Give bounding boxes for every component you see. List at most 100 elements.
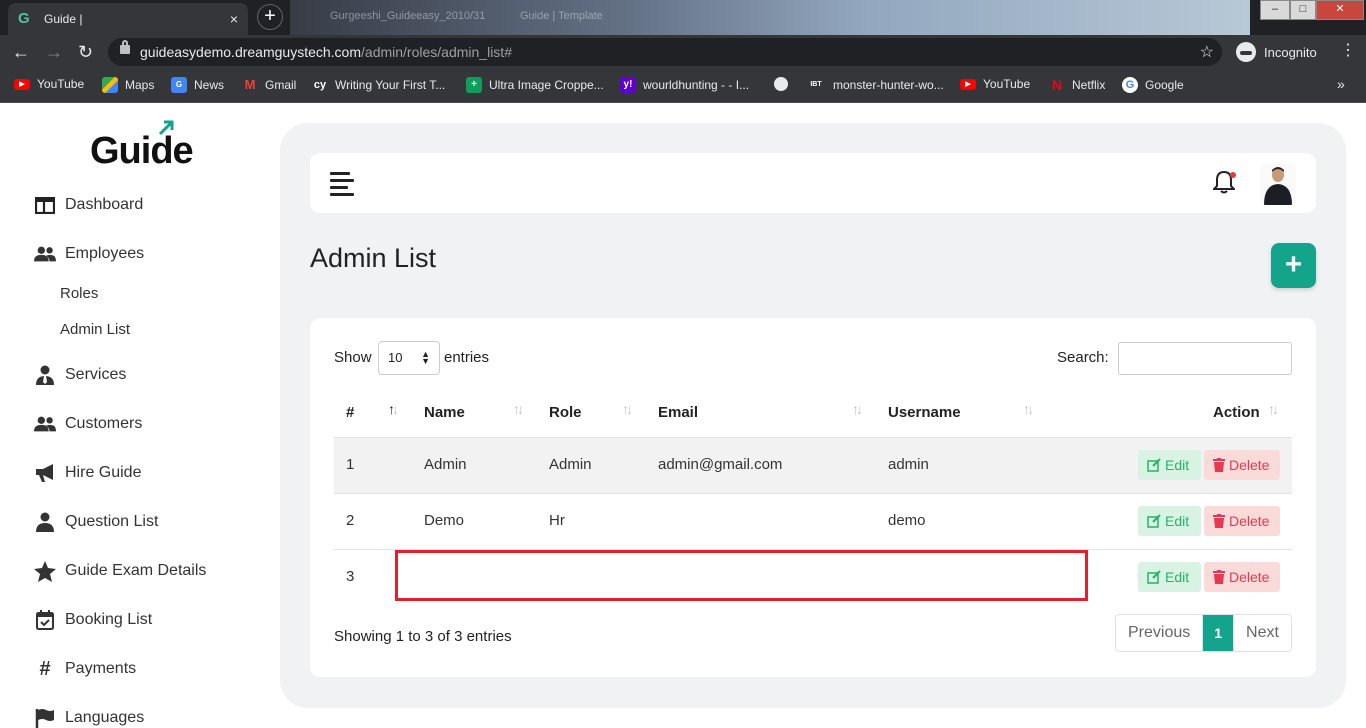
column-header-username[interactable]: Username [888,404,961,421]
bookmarks-overflow-icon[interactable]: » [1337,76,1345,92]
bookmark-label: Writing Your First T... [335,78,446,92]
bookmark-yahoo[interactable]: y! wourldhunting - - I... [620,77,749,93]
browser-tab-bar: Gurgeeshi_Guideeasy_2010/31 Guide | Temp… [0,0,1366,35]
browser-menu-icon[interactable]: ⋮ [1340,43,1356,59]
edit-button[interactable]: Edit [1138,506,1201,536]
sort-icon[interactable]: ↑↓ [622,401,633,417]
bookmark-writing[interactable]: cy Writing Your First T... [312,77,445,93]
bookmark-label: monster-hunter-wo... [833,78,944,92]
add-admin-button[interactable]: + [1271,243,1316,288]
background-tab-1[interactable]: Gurgeeshi_Guideeasy_2010/31 [330,10,485,22]
sidebar-item-services[interactable]: Services [34,365,126,385]
maps-icon [102,77,118,93]
sidebar-item-dashboard[interactable]: Dashboard [34,195,143,215]
sidebar-item-guide-exam-details[interactable]: Guide Exam Details [34,560,207,582]
pagination-previous[interactable]: Previous [1116,615,1204,651]
sort-icon[interactable]: ↑↓ [852,401,863,417]
url-path: /admin/roles/admin_list# [361,44,512,60]
delete-button[interactable]: Delete [1204,506,1280,536]
pagination-page-1[interactable]: 1 [1203,615,1234,651]
sidebar-item-hire-guide[interactable]: Hire Guide [34,463,141,483]
delete-button[interactable]: Delete [1204,562,1280,592]
notification-dot [1230,172,1236,178]
sidebar-item-customers[interactable]: Customers [34,414,142,434]
column-header-action[interactable]: Action [1213,404,1260,421]
edit-button[interactable]: Edit [1138,562,1201,592]
sheets-icon: + [466,77,482,93]
forward-arrow-icon[interactable]: → [45,42,63,62]
cell-role: Admin [549,456,592,473]
sidebar-item-payments[interactable]: # Payments [34,657,136,680]
bookmark-maps[interactable]: Maps [102,77,154,93]
entries-per-page-select[interactable]: 10 ▲ ▼ [378,341,440,375]
bookmark-star-icon[interactable]: ☆ [1200,42,1214,62]
bookmark-label: wourldhunting - - I... [643,78,750,92]
back-arrow-icon[interactable]: ← [12,42,30,62]
menu-toggle-icon[interactable] [330,172,354,200]
tab-close-icon[interactable]: × [230,11,238,27]
gmail-icon: M [244,77,256,92]
window-close-button[interactable]: ✕ [1316,0,1364,20]
sidebar-item-label: Guide Exam Details [65,562,207,579]
bookmark-label: Netflix [1072,78,1106,92]
sort-icon[interactable]: ↑↓ [1023,401,1034,417]
user-avatar[interactable] [1260,163,1296,205]
user-tie-icon [34,365,56,385]
trash-icon [1213,570,1225,584]
delete-button[interactable]: Delete [1204,450,1280,480]
pagination-next[interactable]: Next [1233,615,1291,651]
bookmark-youtube-2[interactable]: ▶ YouTube [960,77,1030,91]
incognito-indicator[interactable]: Incognito [1232,39,1327,65]
sidebar-subitem-roles[interactable]: Roles [60,285,98,302]
star-icon [34,560,56,582]
bookmarks-bar: ▶ YouTube Maps G News M Gmail cy Writing… [0,69,1366,103]
globe-icon [774,77,788,91]
new-tab-button[interactable]: + [257,4,283,30]
omnibox[interactable]: guideasydemo.dreamguystech.com/admin/rol… [108,38,1222,66]
bookmark-label: YouTube [983,77,1031,91]
entries-label: entries [444,349,490,366]
guide-logo[interactable]: Guide [90,130,194,173]
sidebar-item-question-list[interactable]: Question List [34,512,158,532]
table-search-input[interactable] [1118,342,1292,375]
bookmark-google[interactable]: G Google [1122,77,1184,93]
bookmark-globe[interactable] [774,77,795,91]
sidebar-item-employees[interactable]: Employees [34,244,144,264]
edit-button[interactable]: Edit [1138,450,1201,480]
maximize-button[interactable]: □ [1290,0,1316,20]
column-header-name[interactable]: Name [424,404,465,421]
edit-icon [1147,458,1161,472]
bookmark-youtube[interactable]: ▶ YouTube [14,77,84,91]
bookmark-netflix[interactable]: N Netflix [1049,77,1105,93]
sort-icon[interactable]: ↑↓ [513,401,524,417]
users-icon [34,414,56,434]
column-header-email[interactable]: Email [658,404,698,421]
bookmark-image-cropper[interactable]: + Ultra Image Croppe... [466,77,604,93]
tab-title: Guide | [44,12,83,26]
active-tab[interactable]: G Guide | × [8,3,248,35]
sort-asc-icon[interactable]: ↑↓ [388,401,399,417]
sort-icon[interactable]: ↑↓ [1268,401,1279,417]
sidebar-item-booking-list[interactable]: Booking List [34,610,152,630]
sidebar-item-languages[interactable]: Languages [34,708,144,728]
url-text[interactable]: guideasydemo.dreamguystech.com/admin/rol… [140,44,512,60]
logo-arrow-icon [158,120,174,136]
edit-icon [1147,570,1161,584]
sidebar-subitem-admin-list[interactable]: Admin List [60,321,130,338]
yahoo-icon: y! [620,77,636,93]
flag-icon [34,708,56,728]
sidebar-item-label: Languages [65,709,145,726]
hashtag-icon: # [39,657,51,680]
cell-name: Admin [424,456,467,473]
sidebar-item-label: Hire Guide [65,464,142,481]
background-tab-2[interactable]: Guide | Template [520,10,603,22]
bookmark-gmail[interactable]: M Gmail [242,77,297,93]
bookmark-monster-hunter[interactable]: IBT monster-hunter-wo... [806,77,944,93]
reload-icon[interactable]: ↻ [78,42,93,62]
bookmark-news[interactable]: G News [171,77,224,93]
url-host: guideasydemo.dreamguystech.com [140,44,362,60]
column-header-number[interactable]: # [346,404,354,421]
minimize-button[interactable]: – [1260,0,1290,20]
column-header-role[interactable]: Role [549,404,582,421]
pagination: Previous 1 Next [1115,614,1292,652]
